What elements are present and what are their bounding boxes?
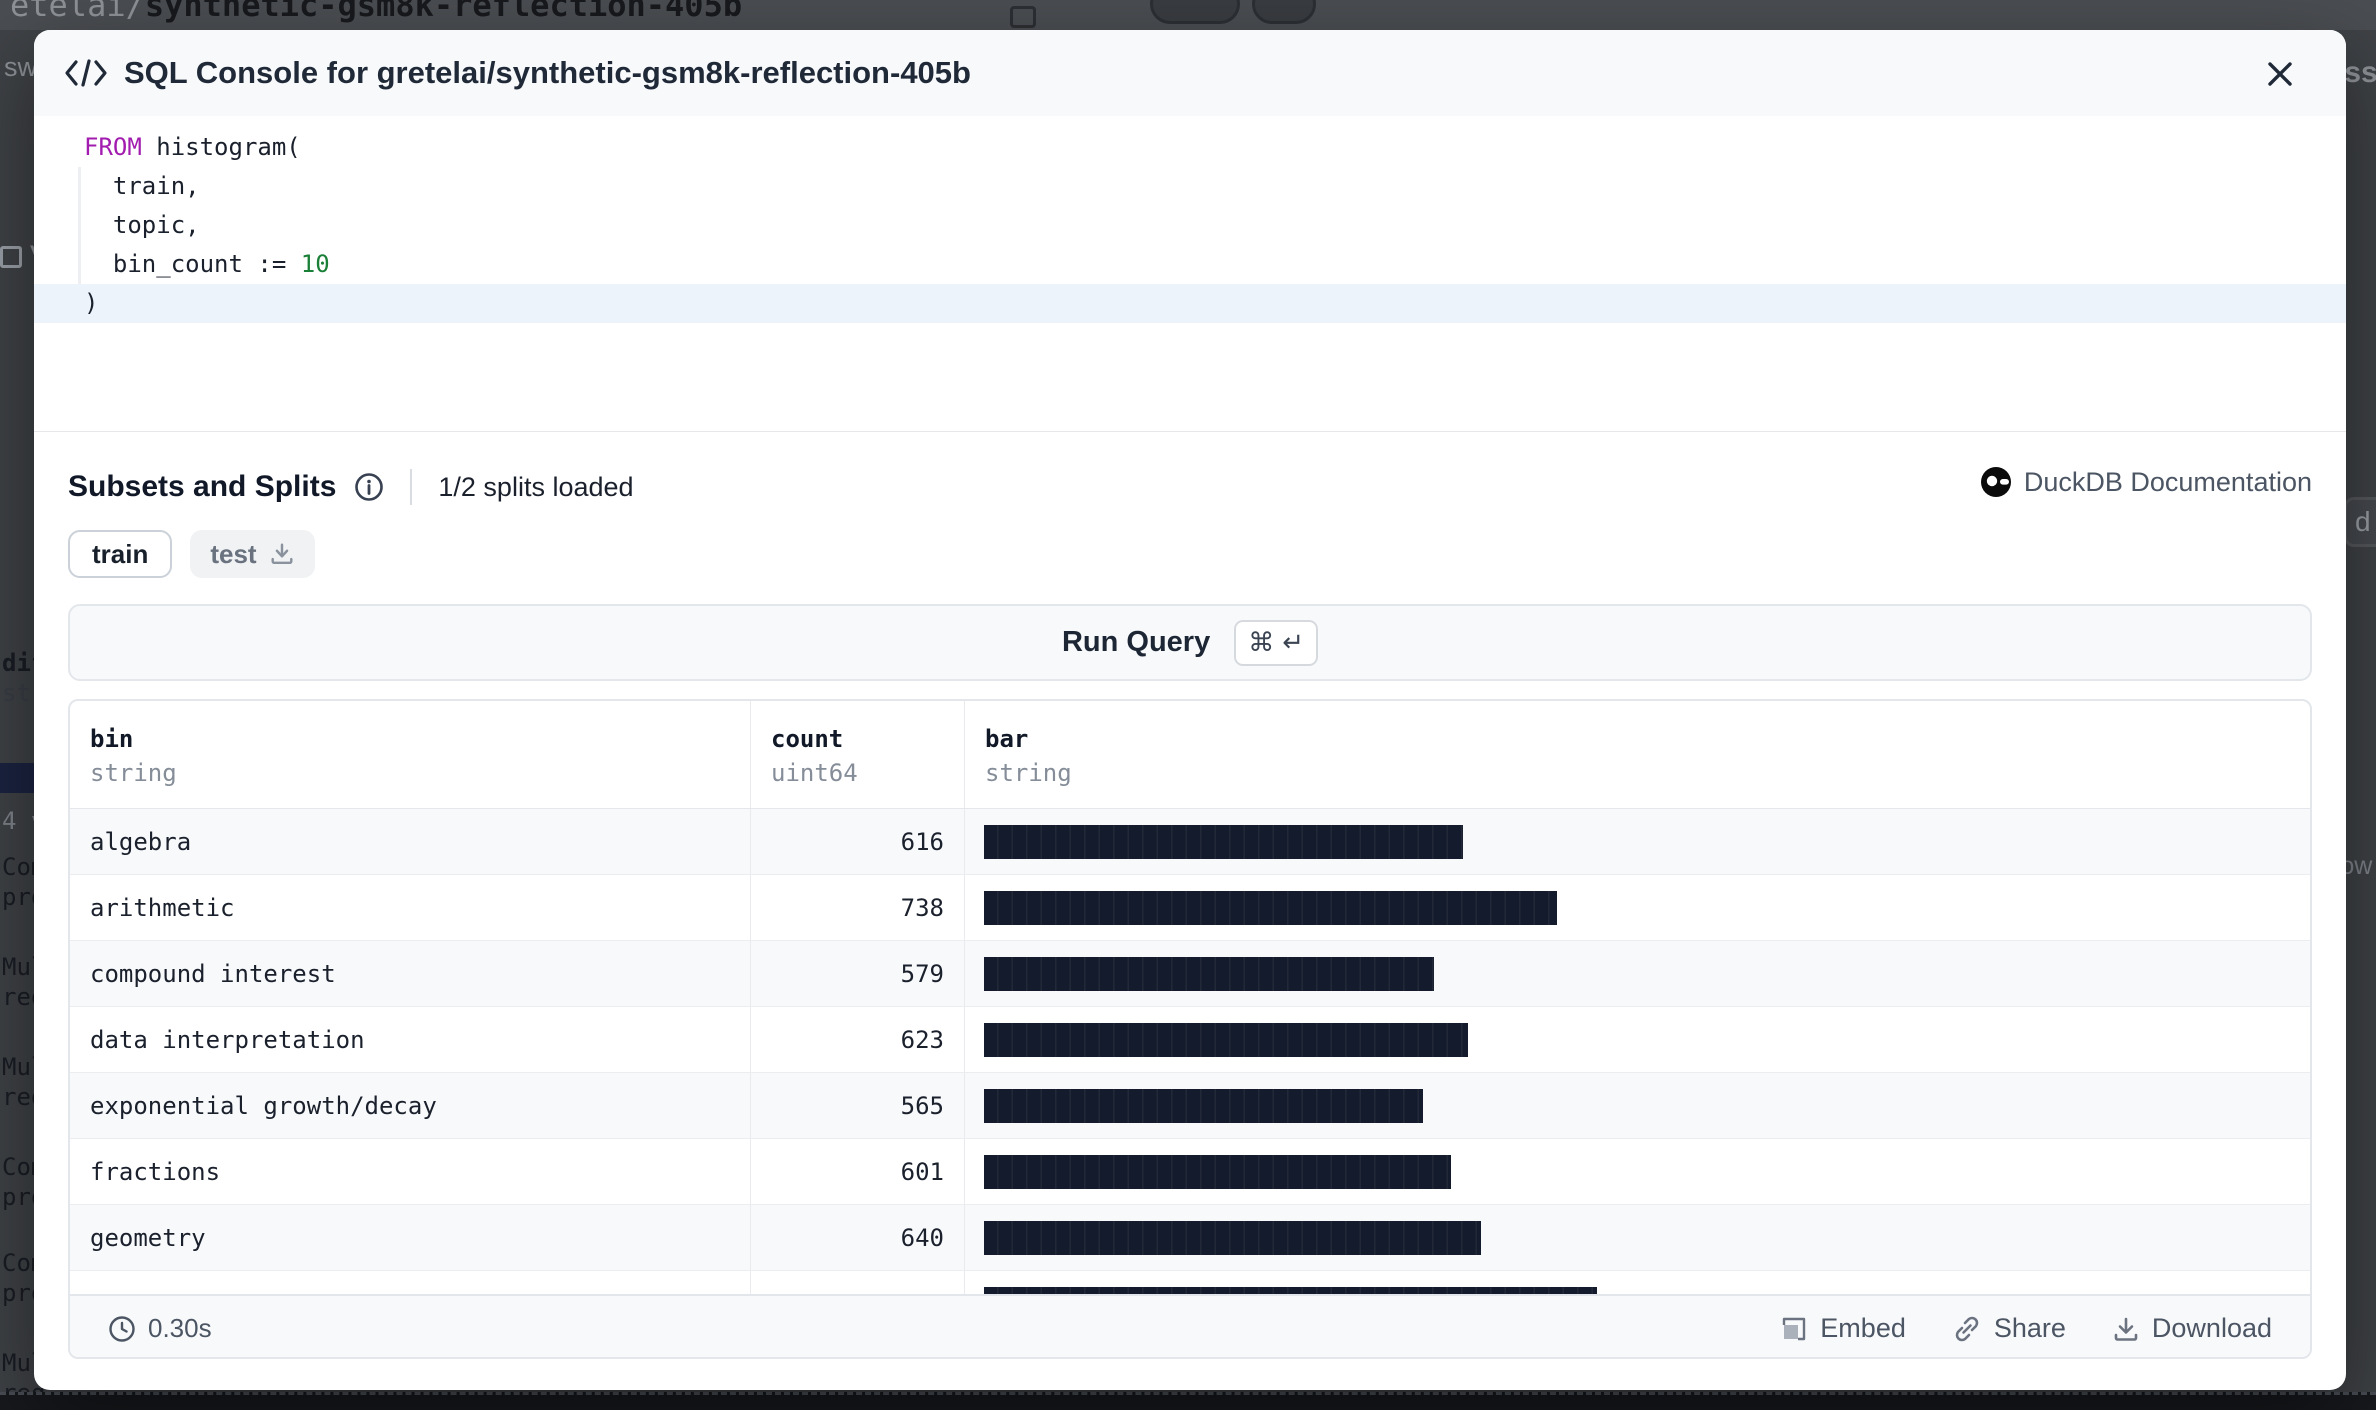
run-query-button[interactable]: Run Query ⌘ ↵ <box>68 604 2312 681</box>
table-row: algebra616 <box>70 809 2310 875</box>
bar-cell <box>965 941 2310 1006</box>
info-icon[interactable] <box>354 472 384 502</box>
partial-table-row <box>70 1271 2310 1294</box>
column-header-bar: bar string <box>965 701 2310 808</box>
code-icon <box>64 56 108 90</box>
column-header-count: count uint64 <box>751 701 965 808</box>
table-row: fractions601 <box>70 1139 2310 1205</box>
background-button-fragment: d <box>2344 497 2376 547</box>
table-row: arithmetic738 <box>70 875 2310 941</box>
enter-key-icon: ↵ <box>1282 627 1304 658</box>
background-page-header: etelai/synthetic-gsm8k-reflection-405b <box>0 0 2376 30</box>
bar-cell <box>965 1139 2310 1204</box>
close-icon <box>2264 58 2296 90</box>
bar-cell <box>965 809 2310 874</box>
subsets-heading: Subsets and Splits <box>68 470 336 504</box>
code-line: FROM histogram( <box>34 128 2346 167</box>
histogram-bar <box>984 1287 1597 1294</box>
repo-prefix: etelai/ <box>10 0 145 24</box>
vertical-separator <box>410 469 412 505</box>
background-fragment: sw <box>4 52 37 83</box>
histogram-bar <box>984 957 1434 991</box>
results-footer: 0.30s Embed <box>70 1294 2310 1359</box>
subsets-and-splits-row: Subsets and Splits 1/2 splits loaded Duc… <box>68 466 2312 508</box>
bin-cell: arithmetic <box>70 875 751 940</box>
table-row: data interpretation623 <box>70 1007 2310 1073</box>
duckdb-docs-label: DuckDB Documentation <box>2024 467 2312 498</box>
bar-cell <box>965 1007 2310 1072</box>
query-duration: 0.30s <box>108 1313 212 1344</box>
bar-cell <box>965 1073 2310 1138</box>
background-pill-button <box>1252 0 1316 24</box>
split-button-test[interactable]: test <box>190 530 314 578</box>
histogram-bar <box>984 1089 1423 1123</box>
embed-icon <box>1780 1315 1808 1343</box>
duckdb-logo-icon <box>1980 466 2012 498</box>
copy-icon <box>1010 6 1036 28</box>
bin-cell: geometry <box>70 1205 751 1270</box>
bar-cell <box>965 1205 2310 1270</box>
duckdb-docs-link[interactable]: DuckDB Documentation <box>1980 466 2312 498</box>
close-button[interactable] <box>2260 54 2300 94</box>
bin-cell: fractions <box>70 1139 751 1204</box>
code-line: ) <box>34 284 2346 323</box>
split-button-train[interactable]: train <box>68 530 172 578</box>
background-pill-button <box>1150 0 1240 24</box>
embed-button[interactable]: Embed <box>1780 1313 1906 1344</box>
bin-cell: compound interest <box>70 941 751 1006</box>
count-cell: 640 <box>751 1205 965 1270</box>
histogram-bar <box>984 1023 1468 1057</box>
repo-name: synthetic-gsm8k-reflection-405b <box>145 0 742 24</box>
count-cell: 623 <box>751 1007 965 1072</box>
cmd-key-icon: ⌘ <box>1248 627 1274 658</box>
share-button[interactable]: Share <box>1952 1313 2066 1344</box>
share-link-icon <box>1952 1314 1982 1344</box>
splits-row: train test <box>68 530 2312 578</box>
run-query-label: Run Query <box>1062 626 1210 659</box>
sql-console-modal: SQL Console for gretelai/synthetic-gsm8k… <box>34 30 2346 1390</box>
download-icon <box>2112 1315 2140 1343</box>
splits-loaded-status: 1/2 splits loaded <box>438 472 633 503</box>
sql-editor[interactable]: FROM histogram( train, topic, bin_count … <box>34 116 2346 432</box>
background-selected-bar <box>0 763 36 793</box>
sql-code: FROM histogram( train, topic, bin_count … <box>34 128 2346 323</box>
count-cell: 601 <box>751 1139 965 1204</box>
histogram-bar <box>984 825 1463 859</box>
code-line: bin_count := 10 <box>34 245 2346 284</box>
bin-cell: algebra <box>70 809 751 874</box>
count-cell: 565 <box>751 1073 965 1138</box>
table-row: geometry640 <box>70 1205 2310 1271</box>
table-row: exponential growth/decay565 <box>70 1073 2310 1139</box>
table-icon <box>0 246 22 268</box>
histogram-bar <box>984 1221 1481 1255</box>
bar-cell <box>965 875 2310 940</box>
background-table-band <box>0 1392 2376 1410</box>
keyboard-shortcut-badge: ⌘ ↵ <box>1234 620 1318 666</box>
result-actions: Embed Share <box>1780 1313 2272 1344</box>
code-line: topic, <box>34 206 2346 245</box>
column-header-bin: bin string <box>70 701 751 808</box>
bin-cell: exponential growth/decay <box>70 1073 751 1138</box>
histogram-bar <box>984 891 1557 925</box>
modal-title: SQL Console for gretelai/synthetic-gsm8k… <box>124 55 971 91</box>
count-cell: 616 <box>751 809 965 874</box>
table-row: compound interest579 <box>70 941 2310 1007</box>
duration-value: 0.30s <box>148 1313 212 1344</box>
download-icon <box>269 541 295 567</box>
background-repo-title: etelai/synthetic-gsm8k-reflection-405b <box>10 0 742 24</box>
download-button[interactable]: Download <box>2112 1313 2272 1344</box>
bin-cell: data interpretation <box>70 1007 751 1072</box>
table-body: algebra616arithmetic738compound interest… <box>70 809 2310 1271</box>
code-line: train, <box>34 167 2346 206</box>
modal-header: SQL Console for gretelai/synthetic-gsm8k… <box>34 30 2346 116</box>
count-cell: 579 <box>751 941 965 1006</box>
table-header-row: bin string count uint64 bar string <box>70 701 2310 809</box>
indent-guide <box>78 167 81 284</box>
results-table: bin string count uint64 bar string algeb… <box>68 699 2312 1359</box>
count-cell: 738 <box>751 875 965 940</box>
histogram-bar <box>984 1155 1451 1189</box>
clock-icon <box>108 1315 136 1343</box>
screen: etelai/synthetic-gsm8k-reflection-405b s… <box>0 0 2376 1410</box>
